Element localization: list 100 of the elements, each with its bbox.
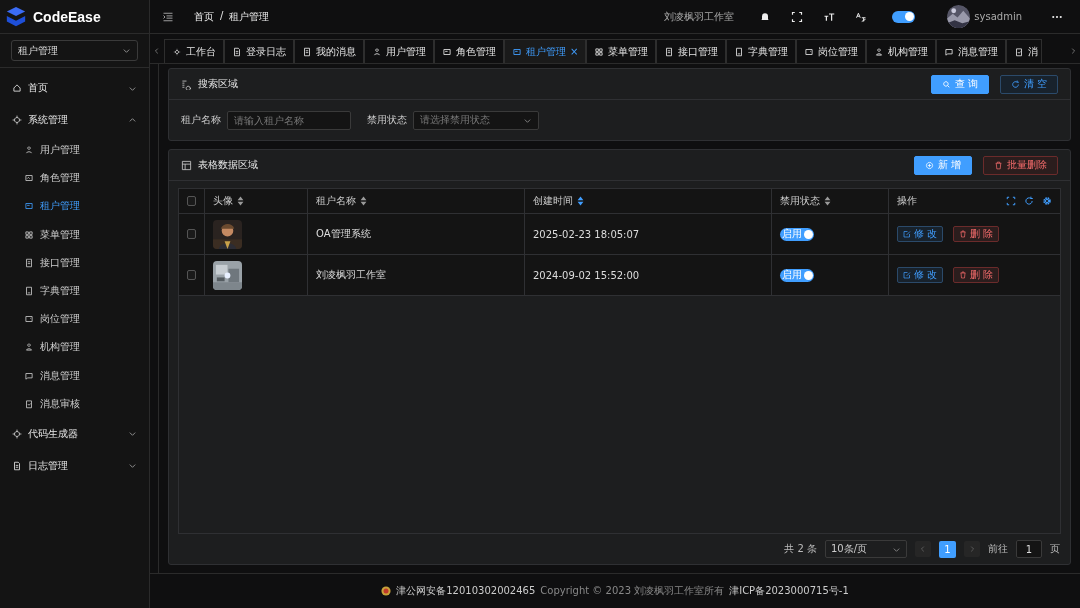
- batch-delete-button[interactable]: 批量删除: [983, 155, 1058, 175]
- clipboard-icon: [1014, 46, 1025, 57]
- studio-name: 刘凌枫羽工作室: [664, 9, 735, 24]
- logo-icon: [5, 5, 27, 28]
- menu-item[interactable]: 接口管理: [0, 248, 149, 277]
- file-icon: [232, 46, 242, 57]
- row-checkbox[interactable]: [187, 229, 196, 239]
- document-icon: [664, 46, 675, 57]
- delete-button[interactable]: 删 除: [953, 226, 1000, 242]
- table-cell: 2024-09-02 15:52:00: [533, 269, 640, 281]
- tab-close-button[interactable]: ×: [570, 46, 579, 57]
- tab[interactable]: 接口管理: [656, 39, 727, 63]
- grid-icon: [594, 46, 605, 57]
- row-checkbox[interactable]: [187, 270, 196, 280]
- card-icon: [24, 201, 34, 212]
- refresh-icon: [1010, 79, 1020, 89]
- breadcrumb-item[interactable]: 租户管理: [229, 9, 270, 24]
- translate-icon[interactable]: [855, 10, 868, 23]
- edit-button[interactable]: 修 改: [897, 226, 944, 242]
- user-icon: [24, 145, 34, 156]
- copyright-text: Copyright © 2023 刘凌枫羽工作室所有: [540, 584, 725, 598]
- document-icon: [302, 46, 312, 57]
- tab[interactable]: 登录日志: [224, 39, 294, 63]
- trash-icon: [994, 160, 1003, 170]
- menu-item[interactable]: 用户管理: [0, 136, 149, 165]
- menu-item[interactable]: 角色管理: [0, 164, 149, 193]
- page-unit: 页: [1050, 542, 1060, 556]
- menu-item[interactable]: 机构管理: [0, 333, 149, 362]
- page-size-select[interactable]: 10条/页: [825, 540, 907, 558]
- chat-icon: [24, 370, 34, 381]
- card-title: 搜索区域: [198, 77, 238, 91]
- document-icon: [24, 257, 34, 268]
- menu-item[interactable]: 租户管理: [0, 192, 149, 221]
- edit-button[interactable]: 修 改: [897, 267, 944, 283]
- table-cell: 刘凌枫羽工作室: [316, 268, 386, 282]
- chat-icon: [944, 46, 955, 57]
- delete-button[interactable]: 删 除: [953, 267, 1000, 283]
- goto-label: 前往: [988, 542, 1008, 556]
- tab[interactable]: 消: [1006, 39, 1043, 63]
- sort-icon[interactable]: [360, 196, 367, 206]
- tenant-name-field[interactable]: 请输入租户名称: [227, 110, 351, 130]
- field-label: 禁用状态: [367, 113, 407, 127]
- tab[interactable]: 租户管理 ×: [504, 39, 587, 63]
- menu-item[interactable]: 消息审核: [0, 389, 149, 418]
- menu-item[interactable]: 菜单管理: [0, 220, 149, 249]
- chevron-down-icon: [128, 461, 137, 471]
- menu-group[interactable]: 首页: [0, 72, 149, 104]
- menu-item[interactable]: 消息管理: [0, 361, 149, 390]
- menu-group[interactable]: 日志管理: [0, 449, 149, 482]
- select-all-checkbox[interactable]: [187, 196, 196, 206]
- chevron-down-icon: [128, 429, 137, 439]
- person-icon: [874, 46, 885, 57]
- tab[interactable]: 我的消息: [294, 39, 364, 63]
- table-icon: [181, 159, 192, 171]
- field-label: 租户名称: [181, 113, 221, 127]
- sort-icon[interactable]: [237, 196, 244, 206]
- id-card-icon: [24, 314, 34, 325]
- tab[interactable]: 字典管理: [726, 39, 797, 63]
- clear-button[interactable]: 清 空: [999, 74, 1058, 94]
- breadcrumb-item[interactable]: 首页: [194, 9, 214, 24]
- column-header[interactable]: 操作: [897, 194, 917, 208]
- id-card-icon: [804, 46, 815, 57]
- goto-page-field[interactable]: 1: [1016, 540, 1042, 558]
- column-header[interactable]: 禁用状态: [780, 194, 820, 208]
- menu-item[interactable]: 岗位管理: [0, 305, 149, 334]
- tab[interactable]: 机构管理: [866, 39, 937, 63]
- card-title: 表格数据区域: [198, 158, 258, 172]
- font-size-icon[interactable]: [823, 10, 836, 23]
- clipboard-icon: [24, 398, 34, 409]
- status-select[interactable]: 请选择禁用状态: [413, 110, 539, 130]
- tab[interactable]: 菜单管理: [586, 39, 657, 63]
- column-header[interactable]: 创建时间: [533, 194, 573, 208]
- app-name: CodeEase: [33, 8, 101, 25]
- menu-group[interactable]: 系统管理: [0, 104, 149, 136]
- book-icon: [734, 46, 745, 57]
- column-header[interactable]: 租户名称: [316, 194, 356, 208]
- menu-group[interactable]: 代码生成器: [0, 417, 149, 450]
- search-area-icon: [181, 78, 192, 90]
- menu-item[interactable]: 字典管理: [0, 276, 149, 306]
- card-icon: [442, 46, 452, 57]
- edit-icon: [903, 230, 911, 238]
- theme-switch[interactable]: [892, 10, 916, 23]
- window-icon: [24, 173, 34, 184]
- tab[interactable]: 工作台: [164, 39, 224, 63]
- username[interactable]: sysadmin: [974, 11, 1022, 22]
- column-header[interactable]: 头像: [213, 194, 233, 208]
- settings-icon[interactable]: [1042, 196, 1052, 206]
- menu-icon[interactable]: [162, 10, 174, 23]
- icp-record-link[interactable]: 津ICP备2023000715号-1: [729, 584, 849, 598]
- search-icon: [941, 79, 951, 89]
- tab[interactable]: 消息管理: [936, 39, 1007, 63]
- table-cell: OA管理系统: [316, 227, 371, 241]
- police-record-link[interactable]: 津公网安备12010302002465: [396, 584, 536, 598]
- menu-select[interactable]: 租户管理: [11, 40, 138, 61]
- tab[interactable]: 用户管理: [364, 39, 434, 63]
- trash-icon: [959, 271, 968, 279]
- sort-icon[interactable]: [824, 196, 831, 206]
- tab[interactable]: 岗位管理: [796, 39, 867, 63]
- refresh-icon[interactable]: [1024, 196, 1034, 206]
- sort-icon[interactable]: [577, 196, 584, 206]
